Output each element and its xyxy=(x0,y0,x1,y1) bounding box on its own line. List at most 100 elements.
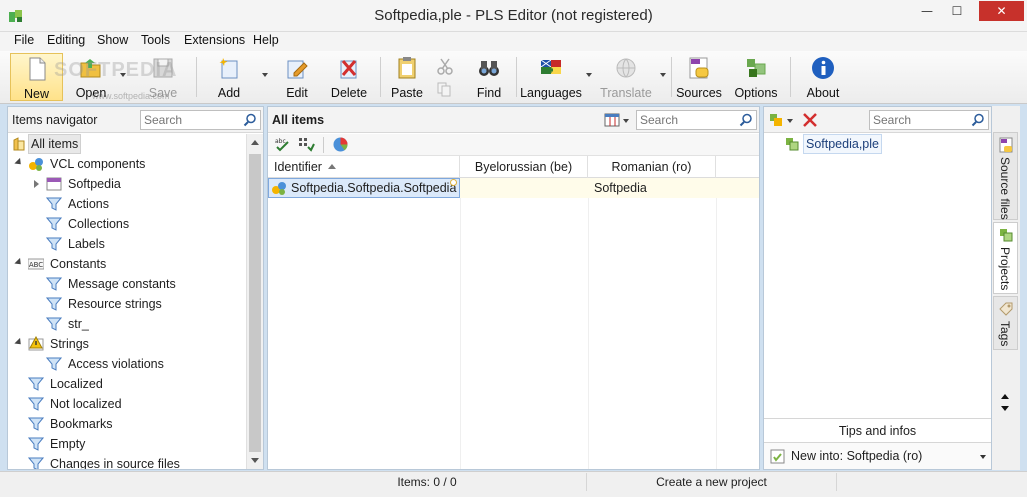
tree-item-strings[interactable]: Strings xyxy=(8,334,243,354)
tree-item-actions[interactable]: Actions xyxy=(8,194,243,214)
new-into-selector[interactable]: New into: Softpedia (ro) xyxy=(764,442,991,469)
menu-file[interactable]: File xyxy=(14,33,34,47)
columns-dropdown-caret[interactable] xyxy=(623,119,629,123)
status-item-count: Items: 0 / 0 xyxy=(397,475,457,489)
copy-icon[interactable] xyxy=(436,81,452,97)
tab-projects[interactable]: Projects xyxy=(993,222,1018,294)
options-button[interactable]: Options xyxy=(732,53,780,101)
paste-button[interactable]: Paste xyxy=(388,53,426,101)
about-button[interactable]: About xyxy=(800,53,846,101)
tree-item-vcl-components[interactable]: VCL components xyxy=(8,154,243,174)
options-gears-icon xyxy=(747,59,766,77)
translate-button[interactable]: Translate xyxy=(600,53,652,101)
add-dropdown-caret[interactable] xyxy=(262,73,268,77)
edit-button[interactable]: Edit xyxy=(276,53,318,101)
column-header-byelorussian[interactable]: Byelorussian (be) xyxy=(460,156,588,178)
translate-dropdown-caret[interactable] xyxy=(660,73,666,77)
remove-project-icon[interactable] xyxy=(802,112,818,128)
tab-tags[interactable]: Tags xyxy=(993,296,1018,350)
new-project-icon[interactable] xyxy=(768,112,784,128)
close-button[interactable]: ✕ xyxy=(979,1,1024,21)
tree-item-labels[interactable]: Labels xyxy=(8,234,243,254)
scroll-down-arrow-icon[interactable] xyxy=(251,458,259,463)
tree-item-changes-in-source-files[interactable]: Changes in source files xyxy=(8,454,243,469)
grid-options-icon[interactable] xyxy=(298,136,315,153)
toolbar-separator xyxy=(196,57,197,97)
columns-view-icon[interactable] xyxy=(604,113,620,127)
items-grid-header: Identifier Byelorussian (be) Romanian (r… xyxy=(268,156,759,178)
spellcheck-icon[interactable]: abc xyxy=(274,136,291,153)
about-info-icon xyxy=(812,57,834,79)
filter-icon xyxy=(28,437,44,451)
sort-ascending-icon xyxy=(328,164,336,169)
projects-panel: Softpedia,ple Tips and infos New into: S… xyxy=(763,106,992,470)
scroll-up-arrow-icon[interactable] xyxy=(251,140,259,145)
status-message: Create a new project xyxy=(586,473,836,491)
languages-button[interactable]: Languages xyxy=(520,53,582,101)
add-button[interactable]: Add xyxy=(208,53,250,101)
menu-show[interactable]: Show xyxy=(97,33,128,47)
delete-icon xyxy=(340,60,357,79)
navigator-search[interactable] xyxy=(140,110,261,130)
watermark-url: www.softpedia.com xyxy=(92,91,170,101)
scrollbar-thumb[interactable] xyxy=(249,154,261,452)
expand-arrow-icon[interactable] xyxy=(14,337,24,348)
tree-item-all-items[interactable]: All items xyxy=(8,134,243,154)
menu-extensions[interactable]: Extensions xyxy=(184,33,245,47)
edit-pencil-icon xyxy=(287,60,308,79)
cell-identifier[interactable]: Softpedia.Softpedia.Softpedia xyxy=(291,178,456,198)
new-into-label: New into: Softpedia (ro) xyxy=(791,449,923,463)
search-icon[interactable] xyxy=(243,113,257,127)
project-item[interactable]: Softpedia,ple xyxy=(782,134,982,154)
tree-item-message-constants[interactable]: Message constants xyxy=(8,274,243,294)
minimize-button[interactable]: — xyxy=(914,1,940,21)
window-title: Softpedia,ple - PLS Editor (not register… xyxy=(374,7,653,24)
tree-item-constants[interactable]: ABC Constants xyxy=(8,254,243,274)
filter-icon xyxy=(46,277,62,291)
navigator-scrollbar[interactable] xyxy=(246,134,263,469)
filter-icon xyxy=(28,397,44,411)
tree-item-str[interactable]: str_ xyxy=(8,314,243,334)
tree-item-bookmarks[interactable]: Bookmarks xyxy=(8,414,243,434)
tree-item-not-localized[interactable]: Not localized xyxy=(8,394,243,414)
cell-romanian[interactable]: Softpedia xyxy=(594,178,647,198)
search-icon[interactable] xyxy=(971,113,985,127)
tree-item-access-violations[interactable]: Access violations xyxy=(8,354,243,374)
menu-help[interactable]: Help xyxy=(253,33,279,47)
table-row[interactable]: Softpedia.Softpedia.Softpedia Softpedia xyxy=(268,178,759,198)
maximize-button[interactable]: ☐ xyxy=(944,1,970,21)
tree-item-softpedia[interactable]: Softpedia xyxy=(8,174,243,194)
tree-item-localized[interactable]: Localized xyxy=(8,374,243,394)
chevron-down-icon[interactable] xyxy=(980,455,986,459)
items-search[interactable] xyxy=(636,110,757,130)
collapsed-arrow-icon[interactable] xyxy=(34,180,39,188)
vcl-components-icon xyxy=(29,158,43,171)
expand-arrow-icon[interactable] xyxy=(14,257,24,268)
column-header-romanian[interactable]: Romanian (ro) xyxy=(588,156,716,178)
menu-tools[interactable]: Tools xyxy=(141,33,170,47)
side-tabs: Source files Projects Tags xyxy=(992,106,1020,470)
expand-arrow-icon[interactable] xyxy=(14,157,24,168)
languages-dropdown-caret[interactable] xyxy=(586,73,592,77)
tree-item-collections[interactable]: Collections xyxy=(8,214,243,234)
cut-scissors-icon[interactable] xyxy=(436,57,454,75)
tabs-scroll-up-icon[interactable] xyxy=(1001,394,1009,399)
menu-editing[interactable]: Editing xyxy=(47,33,85,47)
sources-button[interactable]: Sources xyxy=(676,53,722,101)
statistics-pie-icon[interactable] xyxy=(332,136,349,153)
tabs-scroll-down-icon[interactable] xyxy=(1001,406,1009,411)
tree-item-resource-strings[interactable]: Resource strings xyxy=(8,294,243,314)
title-bar: Softpedia,ple - PLS Editor (not register… xyxy=(0,0,1027,32)
new-project-dropdown-caret[interactable] xyxy=(787,119,793,123)
column-header-identifier[interactable]: Identifier xyxy=(268,156,460,178)
search-icon[interactable] xyxy=(739,113,753,127)
projects-search[interactable] xyxy=(869,110,989,130)
filter-icon xyxy=(46,297,62,311)
delete-button[interactable]: Delete xyxy=(326,53,372,101)
find-button[interactable]: Find xyxy=(470,53,508,101)
tree-item-empty[interactable]: Empty xyxy=(8,434,243,454)
status-empty-cell xyxy=(836,473,1016,491)
tips-and-infos-header[interactable]: Tips and infos xyxy=(764,418,991,442)
tab-source-files[interactable]: Source files xyxy=(993,132,1018,220)
all-items-panel: All items abc Identifier Byelorussian (b… xyxy=(267,106,760,470)
